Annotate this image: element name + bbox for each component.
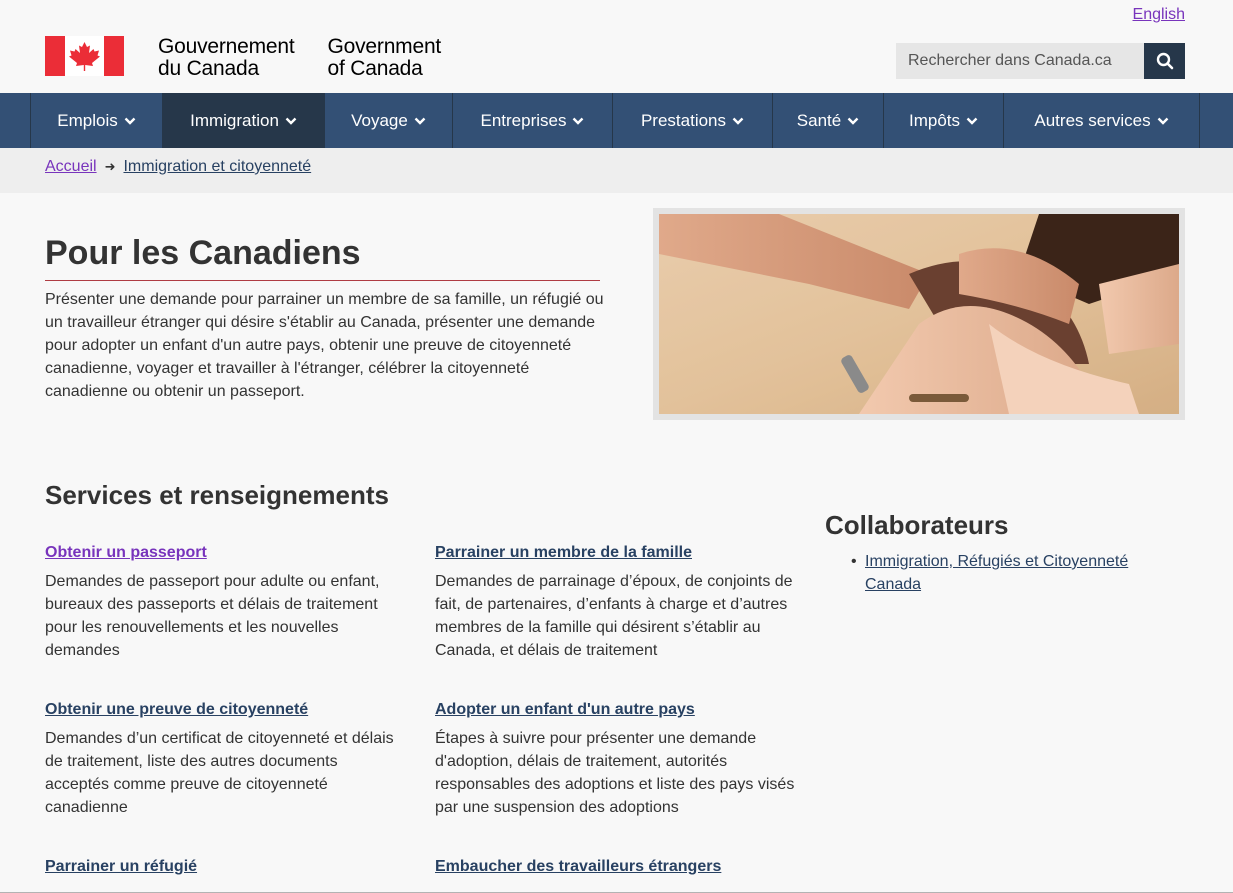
chevron-down-icon [285,117,297,125]
breadcrumb-current-link[interactable]: Immigration et citoyenneté [123,158,311,176]
hero-image-frame [653,208,1185,420]
menu-item-prestations[interactable]: Prestations [612,93,772,148]
search-icon [1156,52,1173,70]
search-form [896,43,1185,79]
collaborator-link-ircc[interactable]: Immigration, Réfugiés et Citoyenneté Can… [865,550,1145,596]
chevron-down-icon [732,117,744,125]
menu-item-impots[interactable]: Impôts [883,93,1003,148]
service-link-passeport[interactable]: Obtenir un passeport [45,544,405,562]
service-description: Demandes de parrainage d’époux, de conjo… [435,573,793,659]
page-title: Pour les Canadiens [45,234,361,272]
service-block: Adopter un enfant d'un autre pays Étapes… [435,701,795,819]
service-block: Obtenir une preuve de citoyenneté Demand… [45,701,405,819]
service-description: Demandes d’un certificat de citoyenneté … [45,730,394,816]
main-menu: Emplois Immigration Voyage Entreprises P… [0,93,1233,148]
collaborators-list: • Immigration, Réfugiés et Citoyenneté C… [851,550,1145,596]
service-description: Étapes à suivre pour présenter une deman… [435,730,795,816]
title-underline [45,280,600,281]
menu-item-immigration[interactable]: Immigration [162,93,324,148]
search-button[interactable] [1144,43,1185,79]
collaborators-heading: Collaborateurs [825,510,1009,540]
service-block: Parrainer un réfugié [45,858,405,884]
service-link-parrainer-refugie[interactable]: Parrainer un réfugié [45,858,405,876]
government-brand[interactable]: Gouvernement du Canada Government of Can… [45,36,441,80]
menu-item-sante[interactable]: Santé [772,93,883,148]
menu-item-voyage[interactable]: Voyage [324,93,452,148]
services-heading: Services et renseignements [45,480,389,510]
bullet-icon: • [851,553,857,570]
stacked-hands-image [659,214,1179,414]
chevron-down-icon [414,117,426,125]
menu-item-emplois[interactable]: Emplois [30,93,162,148]
service-link-embaucher-travailleurs[interactable]: Embaucher des travailleurs étrangers [435,858,795,876]
brand-text-en: Government of Canada [327,35,442,80]
menu-item-entreprises[interactable]: Entreprises [452,93,612,148]
language-toggle-link[interactable]: English [1133,6,1185,24]
brand-text-fr: Gouvernement du Canada [158,35,295,80]
intro-paragraph: Présenter une demande pour parrainer un … [45,291,604,400]
chevron-down-icon [124,117,136,125]
chevron-down-icon [1157,117,1168,125]
chevron-down-icon [847,117,859,125]
service-description: Demandes de passeport pour adulte ou enf… [45,573,380,659]
service-block: Obtenir un passeport Demandes de passepo… [45,544,405,662]
service-link-preuve-citoyennete[interactable]: Obtenir une preuve de citoyenneté [45,701,405,719]
service-link-parrainer-famille[interactable]: Parrainer un membre de la famille [435,544,795,562]
canada-flag-icon [45,36,124,76]
breadcrumb-home-link[interactable]: Accueil [45,158,97,176]
breadcrumb: Accueil ➜ Immigration et citoyenneté [0,148,1233,193]
service-link-adopter-enfant[interactable]: Adopter un enfant d'un autre pays [435,701,795,719]
list-item: • Immigration, Réfugiés et Citoyenneté C… [851,550,1145,596]
chevron-down-icon [966,117,978,125]
service-block: Embaucher des travailleurs étrangers [435,858,795,884]
arrow-right-icon: ➜ [104,159,116,174]
search-input[interactable] [896,43,1144,79]
service-block: Parrainer un membre de la famille Demand… [435,544,795,662]
menu-item-autres-services[interactable]: Autres services [1003,93,1200,148]
chevron-down-icon [573,117,584,125]
